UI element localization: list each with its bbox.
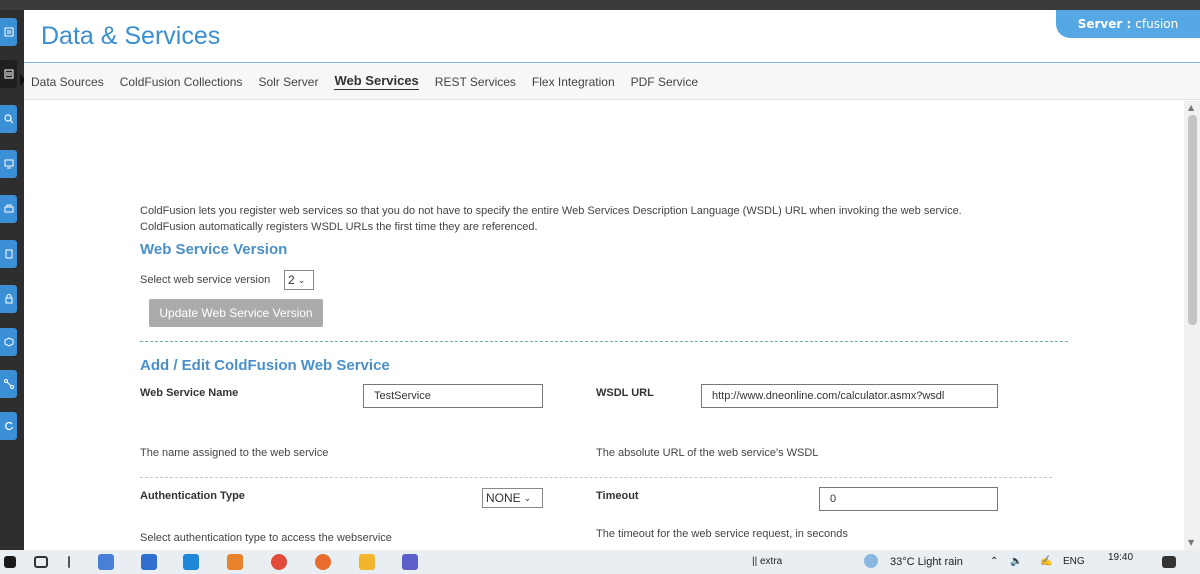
web-service-name-label: Web Service Name [140,387,239,399]
auth-type-select[interactable]: NONE ⌄ [482,488,543,508]
file-explorer-icon[interactable] [359,554,375,570]
vscode-icon[interactable] [183,554,199,570]
update-version-button[interactable]: Update Web Service Version [149,299,323,327]
pen-icon[interactable]: ✍ [1040,556,1052,567]
wsdl-url-input[interactable]: http://www.dneonline.com/calculator.asmx… [701,384,998,408]
wsdl-url-label: WSDL URL [596,387,654,399]
windows-start-icon[interactable] [4,556,16,568]
rail-package-icon[interactable] [0,328,17,356]
rail-network-icon[interactable] [0,370,17,398]
version-section-title: Web Service Version [140,241,288,258]
task-view-icon[interactable] [34,556,48,568]
tab-rest-services[interactable]: REST Services [435,75,516,89]
windows-taskbar: || extra 33°C Light rain ⌃ 🔈 ✍ ENG 19:40 [0,550,1200,574]
clock-time[interactable]: 19:40 [1108,552,1133,563]
firefox-icon[interactable] [315,554,331,570]
edit-section-title: Add / Edit ColdFusion Web Service [140,357,390,374]
notification-icon[interactable] [1162,556,1176,568]
rail-device-icon[interactable] [0,240,17,268]
chevron-down-icon: ⌄ [523,492,532,503]
server-badge: Server : cfusion [1056,10,1200,38]
row-divider [140,477,1052,478]
app-icon-2[interactable] [141,554,157,570]
rail-data-services-icon[interactable] [0,60,17,88]
timeout-label: Timeout [596,490,639,502]
language-indicator[interactable]: ENG [1063,556,1085,567]
scroll-thumb[interactable] [1188,115,1197,325]
page-title: Data & Services [41,22,221,50]
auth-type-value: NONE [486,491,521,505]
tab-web-services[interactable]: Web Services [334,73,419,90]
tab-coldfusion-collections[interactable]: ColdFusion Collections [120,75,243,89]
server-label: Server : [1077,17,1132,31]
weather-text[interactable]: 33°C Light rain [890,556,963,568]
server-value: cfusion [1135,17,1179,31]
scroll-up-icon[interactable]: ▲ [1188,103,1194,112]
page-header: Data & Services Server : cfusion [24,10,1200,63]
teams-icon[interactable] [402,554,418,570]
content-area: ColdFusion lets you register web service… [24,101,1184,550]
version-select-label: Select web service version [140,274,271,286]
web-service-name-input[interactable]: TestService [363,384,543,408]
intro-text: ColdFusion lets you register web service… [140,203,1060,235]
tab-solr-server[interactable]: Solr Server [258,75,318,89]
rail-lock-icon[interactable] [0,285,17,313]
tab-flex-integration[interactable]: Flex Integration [532,75,615,89]
timeout-help: The timeout for the web service request,… [596,528,848,540]
tab-data-sources[interactable]: Data Sources [31,75,104,89]
auth-type-help: Select authentication type to access the… [140,532,392,544]
app-icon-1[interactable] [98,554,114,570]
taskbar-separator-icon [68,556,70,568]
chrome-icon[interactable] [271,554,287,570]
tab-pdf-service[interactable]: PDF Service [631,75,698,89]
weather-icon [864,554,878,568]
intro-line-1: ColdFusion lets you register web service… [140,205,962,217]
web-service-name-help: The name assigned to the web service [140,447,329,459]
version-select-value: 2 [288,273,295,287]
section-divider [140,341,1068,342]
vertical-scrollbar[interactable]: ▲ ▼ [1184,101,1200,550]
scroll-down-icon[interactable]: ▼ [1188,538,1194,547]
wsdl-url-help: The absolute URL of the web service's WS… [596,447,819,459]
rail-printer-icon[interactable] [0,195,17,223]
sublime-icon[interactable] [227,554,243,570]
toolbar-extra-text: extra [759,556,783,567]
left-rail [0,10,26,550]
toolbar-extra-label[interactable]: || extra [752,556,782,567]
rail-refresh-icon[interactable] [0,412,17,440]
rail-search-icon[interactable] [0,105,17,133]
version-select[interactable]: 2 ⌄ [284,270,314,290]
auth-type-label: Authentication Type [140,490,245,502]
main-panel: Data & Services Server : cfusion Data So… [24,10,1200,550]
timeout-input[interactable]: 0 [819,487,998,511]
volume-icon[interactable]: 🔈 [1010,556,1022,567]
tray-chevron-icon[interactable]: ⌃ [990,556,998,567]
window-top-strip [0,0,1200,10]
section-tabs: Data Sources ColdFusion Collections Solr… [24,64,1200,100]
rail-monitor-icon[interactable] [0,150,17,178]
chevron-down-icon: ⌄ [297,274,306,285]
rail-home-icon[interactable] [0,18,17,46]
intro-line-2: ColdFusion automatically registers WSDL … [140,221,538,233]
